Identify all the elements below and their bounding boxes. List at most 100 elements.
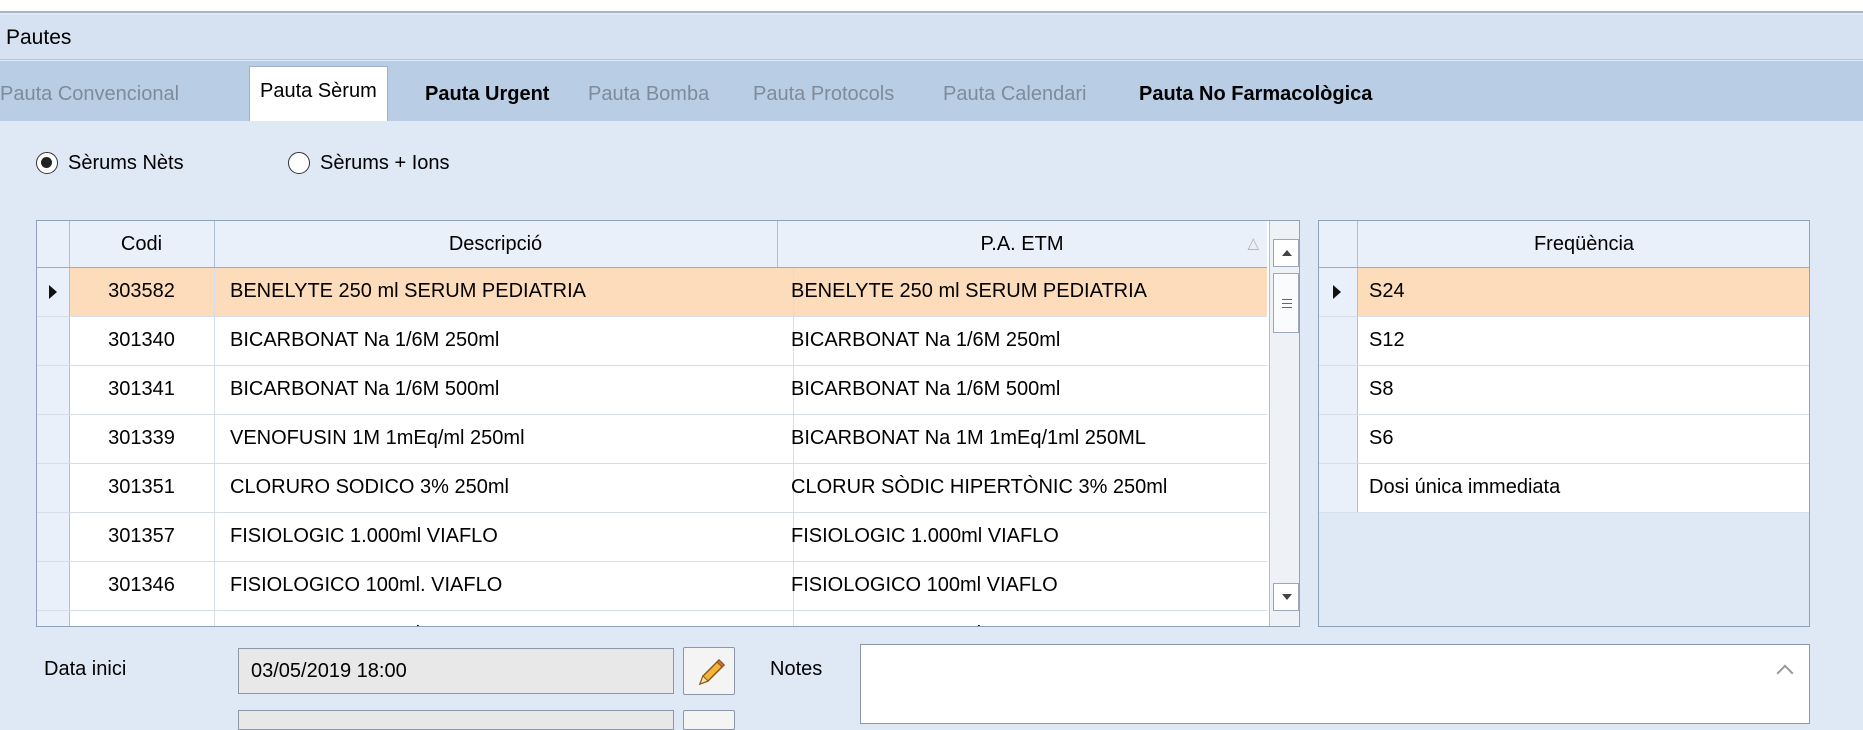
tab-pauta-urgent[interactable]: Pauta Urgent xyxy=(425,70,549,120)
table-row[interactable]: 301362 FISIOLOGICO 250ml VIAFLO FISIOLOG… xyxy=(37,611,1267,626)
cell-pa-etm[interactable]: FISIOLOGICO 100ml VIAFLO xyxy=(777,562,1281,610)
frequency-row[interactable]: S24 xyxy=(1319,268,1809,317)
window-top-edge xyxy=(0,0,1863,13)
cell-descripcio[interactable]: FISIOLOGIC 1.000ml VIAFLO xyxy=(214,513,794,561)
sort-triangle-icon: △ xyxy=(1247,235,1259,252)
current-row-arrow-icon xyxy=(49,285,57,299)
row-indicator xyxy=(1319,366,1358,414)
table-row[interactable]: 301339 VENOFUSIN 1M 1mEq/ml 250ml BICARB… xyxy=(37,415,1267,464)
cell-descripcio[interactable]: CLORURO SODICO 3% 250ml xyxy=(214,464,794,512)
window-title: Pautes xyxy=(0,15,1863,60)
header-descripcio[interactable]: Descripció xyxy=(214,221,778,267)
scroll-up-button[interactable] xyxy=(1273,239,1299,267)
tab-pauta-no-farmacologica[interactable]: Pauta No Farmacològica xyxy=(1139,70,1372,120)
header-pa-etm-label: P.A. ETM xyxy=(980,233,1064,255)
notes-scroll-up-icon[interactable] xyxy=(1776,664,1794,682)
table-row[interactable]: 303582 BENELYTE 250 ml SERUM PEDIATRIA B… xyxy=(37,268,1267,317)
notes-textarea[interactable] xyxy=(860,644,1810,724)
table-row[interactable]: 301357 FISIOLOGIC 1.000ml VIAFLO FISIOLO… xyxy=(37,513,1267,562)
cell-codi[interactable]: 301362 xyxy=(69,611,215,626)
tab-pauta-protocols[interactable]: Pauta Protocols xyxy=(753,70,894,120)
table-row[interactable]: 301346 FISIOLOGICO 100ml. VIAFLO FISIOLO… xyxy=(37,562,1267,611)
cell-codi[interactable]: 301341 xyxy=(69,366,215,414)
cell-descripcio[interactable]: BICARBONAT Na 1/6M 250ml xyxy=(214,317,794,365)
cell-pa-etm[interactable]: FISIOLOGIC 1.000ml VIAFLO xyxy=(777,513,1281,561)
notes-label: Notes xyxy=(770,658,823,680)
row-indicator xyxy=(1319,415,1358,463)
row-indicator xyxy=(37,464,70,512)
scroll-up-icon xyxy=(1282,250,1292,256)
scroll-thumb[interactable] xyxy=(1273,273,1299,333)
edit-end-date-button[interactable] xyxy=(683,710,735,730)
frequency-grid: Freqüència S24 S12 S8 S6 Dosi única imme… xyxy=(1318,220,1810,627)
edit-date-button[interactable] xyxy=(683,647,735,695)
frequency-cell[interactable]: S8 xyxy=(1357,366,1809,414)
cell-codi[interactable]: 301340 xyxy=(69,317,215,365)
cell-pa-etm[interactable]: BICARBONAT Na 1M 1mEq/1ml 250ML xyxy=(777,415,1281,463)
frequency-row[interactable]: S12 xyxy=(1319,317,1809,366)
row-indicator xyxy=(37,415,70,463)
radio-unchecked-icon[interactable] xyxy=(288,152,310,174)
table-row[interactable]: 301351 CLORURO SODICO 3% 250ml CLORUR SÒ… xyxy=(37,464,1267,513)
radio-serums-ions-label: Sèrums + Ions xyxy=(320,152,450,174)
tab-pauta-bomba[interactable]: Pauta Bomba xyxy=(588,70,709,120)
tab-pauta-calendari[interactable]: Pauta Calendari xyxy=(943,70,1086,120)
frequency-cell[interactable]: Dosi única immediata xyxy=(1357,464,1809,512)
header-pa-etm[interactable]: P.A. ETM △ xyxy=(777,221,1267,267)
cell-pa-etm[interactable]: BICARBONAT Na 1/6M 500ml xyxy=(777,366,1281,414)
cell-codi[interactable]: 303582 xyxy=(69,268,215,316)
cell-descripcio[interactable]: BENELYTE 250 ml SERUM PEDIATRIA xyxy=(214,268,794,316)
header-indicator xyxy=(37,221,70,267)
frequency-cell[interactable]: S12 xyxy=(1357,317,1809,365)
row-indicator xyxy=(37,317,70,365)
frequency-row[interactable]: S6 xyxy=(1319,415,1809,464)
row-indicator xyxy=(1319,317,1358,365)
frequency-cell[interactable]: S24 xyxy=(1357,268,1809,316)
radio-serums-nets[interactable]: Sèrums Nèts xyxy=(36,148,184,178)
row-indicator xyxy=(1319,268,1358,316)
header-codi[interactable]: Codi xyxy=(69,221,215,267)
row-indicator xyxy=(37,611,70,626)
cell-pa-etm[interactable]: CLORUR SÒDIC HIPERTÒNIC 3% 250ml xyxy=(777,464,1281,512)
scroll-down-icon xyxy=(1282,594,1292,600)
cell-codi[interactable]: 301357 xyxy=(69,513,215,561)
row-indicator xyxy=(37,513,70,561)
table-row[interactable]: 301341 BICARBONAT Na 1/6M 500ml BICARBON… xyxy=(37,366,1267,415)
radio-serums-nets-label: Sèrums Nèts xyxy=(68,152,184,174)
radio-checked-icon[interactable] xyxy=(36,152,58,174)
grip-line xyxy=(1282,307,1292,308)
grid-header: Codi Descripció P.A. ETM △ xyxy=(37,221,1267,268)
cell-descripcio[interactable]: VENOFUSIN 1M 1mEq/ml 250ml xyxy=(214,415,794,463)
row-indicator xyxy=(37,562,70,610)
tab-pauta-convencional[interactable]: Pauta Convencional xyxy=(0,70,179,120)
frequency-header-label[interactable]: Freqüència xyxy=(1357,221,1809,267)
cell-pa-etm[interactable]: FISIOLOGICO 250ml VIAFLO xyxy=(777,611,1281,626)
cell-codi[interactable]: 301339 xyxy=(69,415,215,463)
grip-line xyxy=(1282,299,1292,300)
cell-pa-etm[interactable]: BENELYTE 250 ml SERUM PEDIATRIA xyxy=(777,268,1281,316)
row-indicator xyxy=(37,268,70,316)
table-row[interactable]: 301340 BICARBONAT Na 1/6M 250ml BICARBON… xyxy=(37,317,1267,366)
cell-codi[interactable]: 301346 xyxy=(69,562,215,610)
frequency-row[interactable]: S8 xyxy=(1319,366,1809,415)
frequency-header-indicator xyxy=(1319,221,1358,267)
grid-scrollbar[interactable] xyxy=(1269,221,1299,626)
end-date-field[interactable] xyxy=(238,710,674,730)
serum-grid: Codi Descripció P.A. ETM △ 303582 BENELY… xyxy=(36,220,1300,627)
start-date-field[interactable]: 03/05/2019 18:00 xyxy=(238,648,674,694)
row-indicator xyxy=(37,366,70,414)
start-date-label: Data inici xyxy=(44,658,127,680)
cell-pa-etm[interactable]: BICARBONAT Na 1/6M 250ml xyxy=(777,317,1281,365)
radio-serums-ions[interactable]: Sèrums + Ions xyxy=(288,148,450,178)
cell-descripcio[interactable]: BICARBONAT Na 1/6M 500ml xyxy=(214,366,794,414)
frequency-cell[interactable]: S6 xyxy=(1357,415,1809,463)
tab-pauta-serum[interactable]: Pauta Sèrum xyxy=(249,66,388,122)
cell-descripcio[interactable]: FISIOLOGICO 250ml VIAFLO xyxy=(214,611,794,626)
frequency-row[interactable]: Dosi única immediata xyxy=(1319,464,1809,513)
pencil-icon xyxy=(698,658,726,686)
frequency-header: Freqüència xyxy=(1319,221,1809,268)
cell-codi[interactable]: 301351 xyxy=(69,464,215,512)
cell-descripcio[interactable]: FISIOLOGICO 100ml. VIAFLO xyxy=(214,562,794,610)
scroll-down-button[interactable] xyxy=(1273,583,1299,611)
current-row-arrow-icon xyxy=(1333,285,1341,299)
